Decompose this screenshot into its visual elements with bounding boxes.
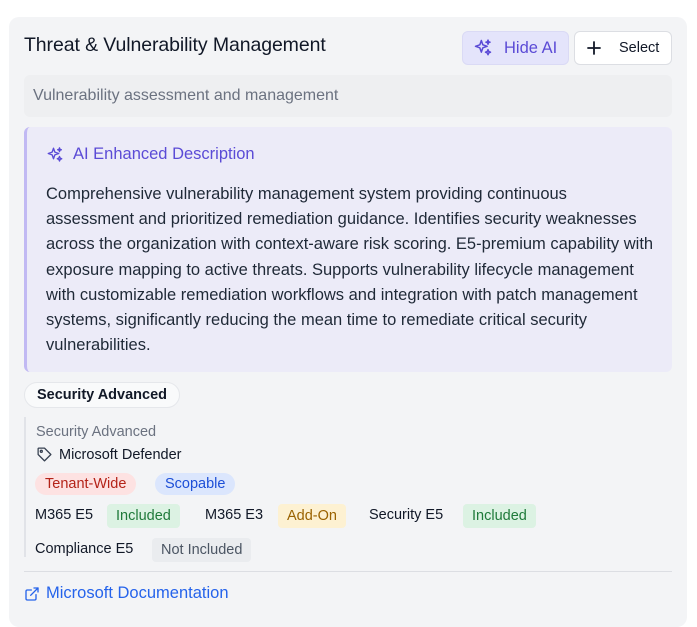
detail-category: Security Advanced bbox=[36, 424, 157, 440]
divider bbox=[24, 571, 672, 572]
license-name: Compliance E5 bbox=[35, 541, 134, 557]
license-name: M365 E3 bbox=[205, 507, 264, 523]
documentation-link-label: Microsoft Documentation bbox=[46, 584, 229, 602]
license-name: Security E5 bbox=[369, 507, 444, 523]
select-button[interactable]: Select bbox=[574, 31, 672, 65]
documentation-link[interactable]: Microsoft Documentation bbox=[24, 584, 229, 603]
hide-ai-button[interactable]: Hide AI bbox=[462, 31, 569, 65]
license-status-badge: Included bbox=[463, 504, 536, 528]
card-header: Threat & Vulnerability Management Hide A… bbox=[24, 31, 672, 65]
hide-ai-label: Hide AI bbox=[504, 38, 558, 57]
tenant-wide-badge: Tenant-Wide bbox=[35, 473, 137, 495]
license-status-badge: Add-On bbox=[278, 504, 346, 528]
license-name: M365 E5 bbox=[35, 507, 94, 523]
external-link-icon bbox=[24, 586, 40, 602]
license-item: Compliance E5 bbox=[35, 537, 133, 561]
license-item: M365 E5 bbox=[35, 503, 93, 527]
tag-icon bbox=[36, 446, 53, 463]
ai-description-panel: AI Enhanced Description Comprehensive vu… bbox=[24, 127, 672, 372]
sparkles-icon bbox=[473, 38, 493, 58]
license-status-badge: Not Included bbox=[152, 538, 252, 562]
capability-title: Threat & Vulnerability Management bbox=[24, 34, 326, 56]
capability-subtitle: Vulnerability assessment and management bbox=[24, 75, 672, 117]
detail-vendor: Microsoft Defender bbox=[36, 446, 182, 463]
license-status-badge: Included bbox=[107, 504, 180, 528]
plus-icon bbox=[586, 40, 602, 56]
ai-heading-label: AI Enhanced Description bbox=[73, 145, 255, 163]
ai-description-text: Comprehensive vulnerability management s… bbox=[46, 185, 654, 355]
license-item: Security E5 bbox=[369, 503, 443, 527]
select-label: Select bbox=[619, 40, 660, 56]
capability-card: Threat & Vulnerability Management Hide A… bbox=[9, 17, 687, 627]
details-section: Security Advanced Microsoft Defender Ten… bbox=[24, 417, 672, 562]
category-pill: Security Advanced bbox=[24, 382, 181, 408]
sparkles-icon bbox=[46, 146, 64, 164]
ai-description-heading: AI Enhanced Description bbox=[46, 145, 255, 164]
scopable-badge: Scopable bbox=[155, 473, 236, 495]
vendor-label: Microsoft Defender bbox=[59, 446, 182, 463]
license-item: M365 E3 bbox=[205, 503, 263, 527]
